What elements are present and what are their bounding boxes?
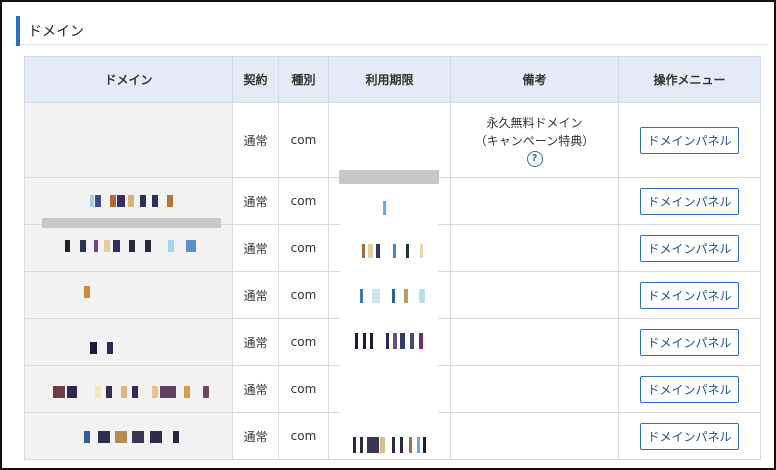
- domain-redaction-row-4: [84, 286, 90, 298]
- domain-redaction-row-3: [65, 240, 196, 252]
- domain-redaction-row-7: [84, 431, 179, 443]
- domain-redaction-row-6: [53, 386, 209, 398]
- expiry-redaction-rows: [353, 201, 426, 453]
- domain-redaction-row-5: [90, 342, 113, 354]
- domain-redaction-row-2: [90, 195, 173, 207]
- redaction-pixels: [53, 195, 426, 453]
